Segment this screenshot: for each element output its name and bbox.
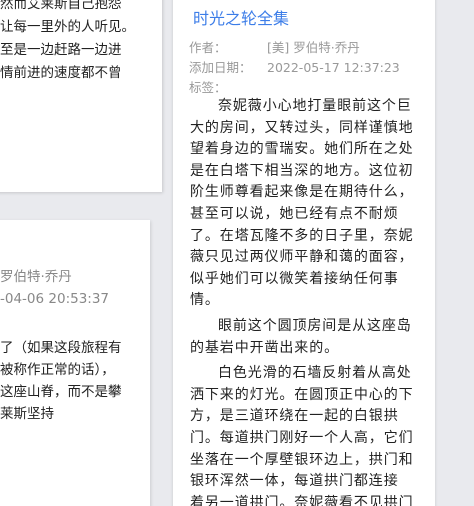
excerpt-line: 似乎她们可以微笑着接纳任何事 xyxy=(190,270,399,287)
excerpt-line: 了。在塔瓦隆不多的日子里，奈妮 xyxy=(190,227,414,244)
excerpt-line: 情前进的速度都不曾 xyxy=(0,65,122,81)
excerpt-line: 了（如果这段旅程有 xyxy=(0,340,122,356)
excerpt-line: 望着身边的雪瑞安。她们所在之处 xyxy=(190,141,414,158)
excerpt-line: 然而艾莱斯自己抱怨 xyxy=(0,0,122,12)
tags-row: 标签： xyxy=(189,79,267,97)
excerpt-line: 情。 xyxy=(190,292,220,309)
excerpt-line: 莱斯坚持 xyxy=(0,406,54,422)
author-label: 作者： xyxy=(189,40,227,55)
screen: 然而艾莱斯自己抱怨 让每一里外的人听见。 至是一边赶路一边进 情前进的速度都不曾… xyxy=(0,0,474,506)
excerpt-line: 门。每道拱门刚好一个人高，它们 xyxy=(190,429,414,446)
excerpt-line: 白色光滑的石墙反射着从高处 xyxy=(218,365,412,382)
book-excerpt: 奈妮薇小心地打量眼前这个巨大的房间，又转过头，同样谨慎地 望着身边的雪瑞安。她们所… xyxy=(190,96,420,506)
excerpt-line: 着另一道拱门。奈妮薇看不见拱门 xyxy=(190,494,414,506)
excerpt-line: 让每一里外的人听见。 xyxy=(0,19,135,35)
excerpt-line: 甚至可以说，她已经有点不耐烦 xyxy=(190,205,399,222)
excerpt-line: 被称作正常的话）， xyxy=(0,362,115,378)
book-card-left-top[interactable]: 然而艾莱斯自己抱怨 让每一里外的人听见。 至是一边赶路一边进 情前进的速度都不曾 xyxy=(0,0,162,192)
excerpt-line: 洒下来的灯光。在圆顶正中心的下 xyxy=(190,386,414,403)
date-value: 2022-05-17 12:37:23 xyxy=(267,60,400,75)
excerpt-line: 阶生师尊看起来像是在期待什么， xyxy=(190,184,414,201)
excerpt-line: 是在白塔下相当深的地方。这位初 xyxy=(190,162,414,179)
book-card-right[interactable]: 时光之轮全集 作者： [美] 罗伯特·乔丹 添加日期： 2022-05-17 12:… xyxy=(173,0,435,506)
excerpt-line: 至是一边赶路一边进 xyxy=(0,42,122,58)
excerpt-line: 这座山脊，而不是攀 xyxy=(0,384,122,400)
book-title-link[interactable]: 时光之轮全集 xyxy=(193,8,289,30)
date-value: -04-06 20:53:37 xyxy=(0,291,110,307)
excerpt-line: 银环浑然一体，每道拱门都连接 xyxy=(190,473,399,490)
book-card-left-bottom[interactable]: 罗伯特·乔丹 -04-06 20:53:37 了（如果这段旅程有 被称作正常的话… xyxy=(0,220,150,506)
excerpt-line: 眼前这个圆顶房间是从这座岛 xyxy=(218,317,412,334)
author-value: [美] 罗伯特·乔丹 xyxy=(267,40,360,55)
author-value: 罗伯特·乔丹 xyxy=(0,269,72,285)
excerpt-line: 薇只见过两仪师平静和蔼的面容， xyxy=(190,249,414,266)
date-label: 添加日期： xyxy=(189,60,252,75)
excerpt-line: 的基岩中开凿出来的。 xyxy=(190,339,339,356)
excerpt-line: 坐落在一个厚壁银环边上，拱门和 xyxy=(190,451,414,468)
author-row: 作者： [美] 罗伯特·乔丹 xyxy=(189,39,360,57)
excerpt-line: 奈妮薇小心地打量眼前这个巨 xyxy=(218,98,412,114)
excerpt-line: 大的房间，又转过头，同样谨慎地 xyxy=(190,119,414,136)
date-row: 添加日期： 2022-05-17 12:37:23 xyxy=(189,59,400,77)
tags-label: 标签： xyxy=(189,80,227,95)
excerpt-line: 方，是三道环绕在一起的白银拱 xyxy=(190,408,399,425)
